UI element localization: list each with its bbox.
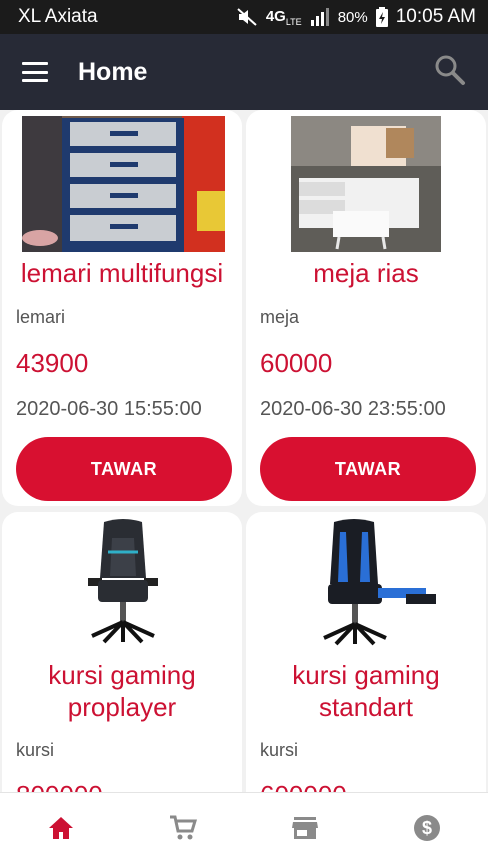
status-bar: XL Axiata 4GLTE 80% 10:05 AM [0,0,488,34]
signal-icon [310,8,330,26]
nav-store[interactable] [244,793,366,868]
product-category: kursi [16,740,55,760]
store-icon [291,815,319,846]
mute-icon [236,7,258,27]
black-gaming-chair-image [22,518,225,654]
status-icons: 4GLTE 80% 10:05 AM [236,6,476,28]
plastic-drawer-cabinet-image [22,116,225,252]
tawar-button[interactable]: TAWAR [16,437,232,501]
home-icon [47,815,75,846]
clock: 10:05 AM [395,6,476,27]
product-card[interactable]: kursi gaming standart kursi 600000 [246,512,486,792]
page-title: Home [78,57,148,86]
tawar-button[interactable]: TAWAR [260,437,476,501]
network-type: 4GLTE [265,7,302,27]
product-date: 2020-06-30 15:55:00 [16,398,202,420]
nav-cart[interactable] [122,793,244,868]
search-icon[interactable] [434,54,466,91]
product-date: 2020-06-30 23:55:00 [260,398,446,420]
product-card[interactable]: lemari multifungsi lemari 43900 2020-06-… [2,110,242,506]
svg-text:$: $ [422,818,432,838]
product-name: kursi gaming proplayer [48,660,196,722]
dollar-icon: $ [412,813,442,848]
product-category: meja [260,307,300,327]
bottom-navigation: $ [0,792,488,868]
product-category: lemari [16,307,66,327]
product-price: 60000 [260,348,333,378]
nav-payment[interactable]: $ [366,793,488,868]
product-price: 800000 [16,780,103,792]
product-grid: lemari multifungsi lemari 43900 2020-06-… [0,110,488,792]
product-price: 600000 [260,780,347,792]
product-name: lemari multifungsi [20,258,224,288]
product-name: kursi gaming standart [292,660,440,722]
white-vanity-dresser-image [291,116,441,252]
hamburger-menu-icon[interactable] [22,62,48,82]
battery-percent: 80% [337,8,368,26]
carrier-name: XL Axiata [18,6,98,27]
product-card[interactable]: kursi gaming proplayer kursi 800000 [2,512,242,792]
product-name: meja rias [313,258,419,288]
product-category: kursi [260,740,299,760]
blue-gaming-chair-image [266,518,469,654]
cart-icon [168,814,198,847]
app-bar: Home [0,34,488,110]
product-card[interactable]: meja rias meja 60000 2020-06-30 23:55:00… [246,110,486,506]
product-price: 43900 [16,348,89,378]
battery-icon [375,7,388,27]
nav-home[interactable] [0,793,122,868]
